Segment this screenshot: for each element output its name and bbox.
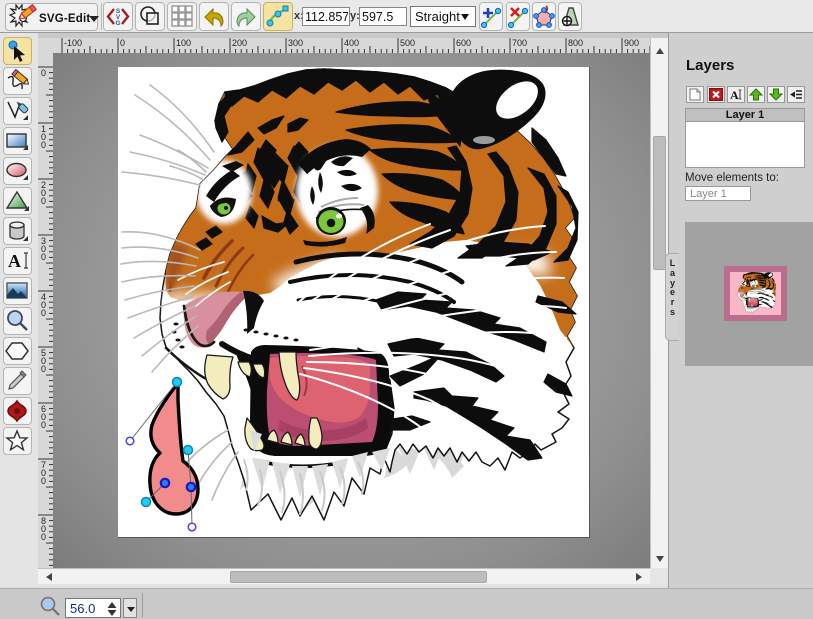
- svg-text:300: 300: [288, 38, 303, 48]
- svg-text:900: 900: [624, 38, 639, 48]
- svg-text:0: 0: [120, 38, 125, 48]
- svg-text:A: A: [730, 88, 739, 102]
- svg-text:-100: -100: [64, 38, 82, 48]
- svg-text:200: 200: [232, 38, 247, 48]
- svg-text:100: 100: [176, 38, 191, 48]
- svg-text:400: 400: [344, 38, 359, 48]
- svg-text:600: 600: [456, 38, 471, 48]
- svg-text:0: 0: [41, 140, 46, 150]
- svg-text:0: 0: [41, 308, 46, 318]
- svg-text:800: 800: [568, 38, 583, 48]
- svg-text:500: 500: [400, 38, 415, 48]
- svg-text:0: 0: [41, 532, 46, 542]
- svg-text:0: 0: [41, 252, 46, 262]
- svg-text:0: 0: [41, 364, 46, 374]
- svg-text:0: 0: [41, 68, 46, 78]
- svg-text:700: 700: [512, 38, 527, 48]
- svg-text:0: 0: [41, 196, 46, 206]
- svg-text:G: G: [115, 20, 120, 27]
- svg-text:A: A: [8, 251, 21, 271]
- svg-text:0: 0: [41, 420, 46, 430]
- svg-text:0: 0: [41, 476, 46, 486]
